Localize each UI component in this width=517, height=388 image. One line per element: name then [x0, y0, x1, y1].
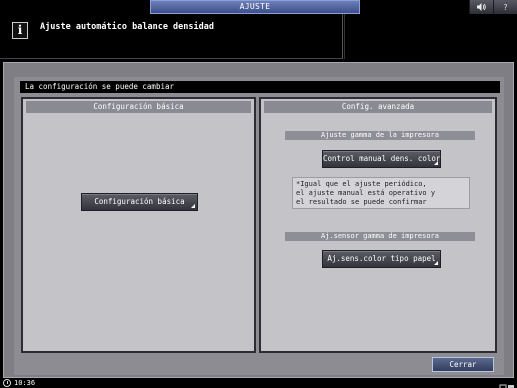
tab-ajuste[interactable]: AJUSTE [150, 0, 360, 14]
status-message: La configuración se puede cambiar [20, 81, 500, 93]
page-title: Ajuste automático balance densidad [40, 22, 214, 32]
corner-arrow-icon [434, 161, 438, 165]
note-line: *Igual que el ajuste periódico, [296, 180, 427, 188]
info-note: *Igual que el ajuste periódico, el ajust… [292, 177, 470, 209]
top-right-controls: ? [469, 0, 517, 14]
manual-density-button-label: Control manual dens. color [323, 154, 441, 163]
note-line: el resultado se puede confirmar [296, 198, 427, 206]
speaker-icon-glyph [477, 3, 486, 11]
paper-color-sensor-button-label: Aj.sens.color tipo papel [327, 254, 436, 263]
status-indicator-glyph [499, 384, 514, 388]
basic-config-panel: Configuración básica [21, 97, 256, 353]
clock-time: 10:36 [14, 379, 36, 387]
basic-config-panel-title: Configuración básica [26, 101, 251, 113]
status-indicator-icon [497, 378, 517, 388]
paper-color-sensor-button[interactable]: Aj.sens.color tipo papel [322, 250, 441, 268]
close-button[interactable]: Cerrar [432, 357, 494, 372]
basic-config-button-label: Configuración básica [94, 197, 185, 206]
speaker-icon[interactable] [469, 0, 493, 14]
bottom-status-bar [0, 378, 517, 388]
manual-density-button[interactable]: Control manual dens. color [322, 150, 441, 168]
clock-icon [3, 379, 11, 387]
info-icon: i [12, 22, 28, 39]
printer-sensor-section-title: Aj.sensor gamma de impresora [285, 232, 475, 241]
message-area-right [344, 14, 517, 59]
note-line: el ajuste manual está operativo y [296, 189, 436, 197]
help-button[interactable]: ? [493, 0, 517, 14]
message-area [0, 14, 343, 59]
advanced-config-panel-title: Config. avanzada [264, 101, 492, 113]
basic-config-button[interactable]: Configuración básica [81, 193, 198, 211]
corner-arrow-icon [434, 261, 438, 265]
corner-arrow-icon [191, 204, 195, 208]
printer-gamma-section-title: Ajuste gamma de la impresora [285, 131, 475, 140]
